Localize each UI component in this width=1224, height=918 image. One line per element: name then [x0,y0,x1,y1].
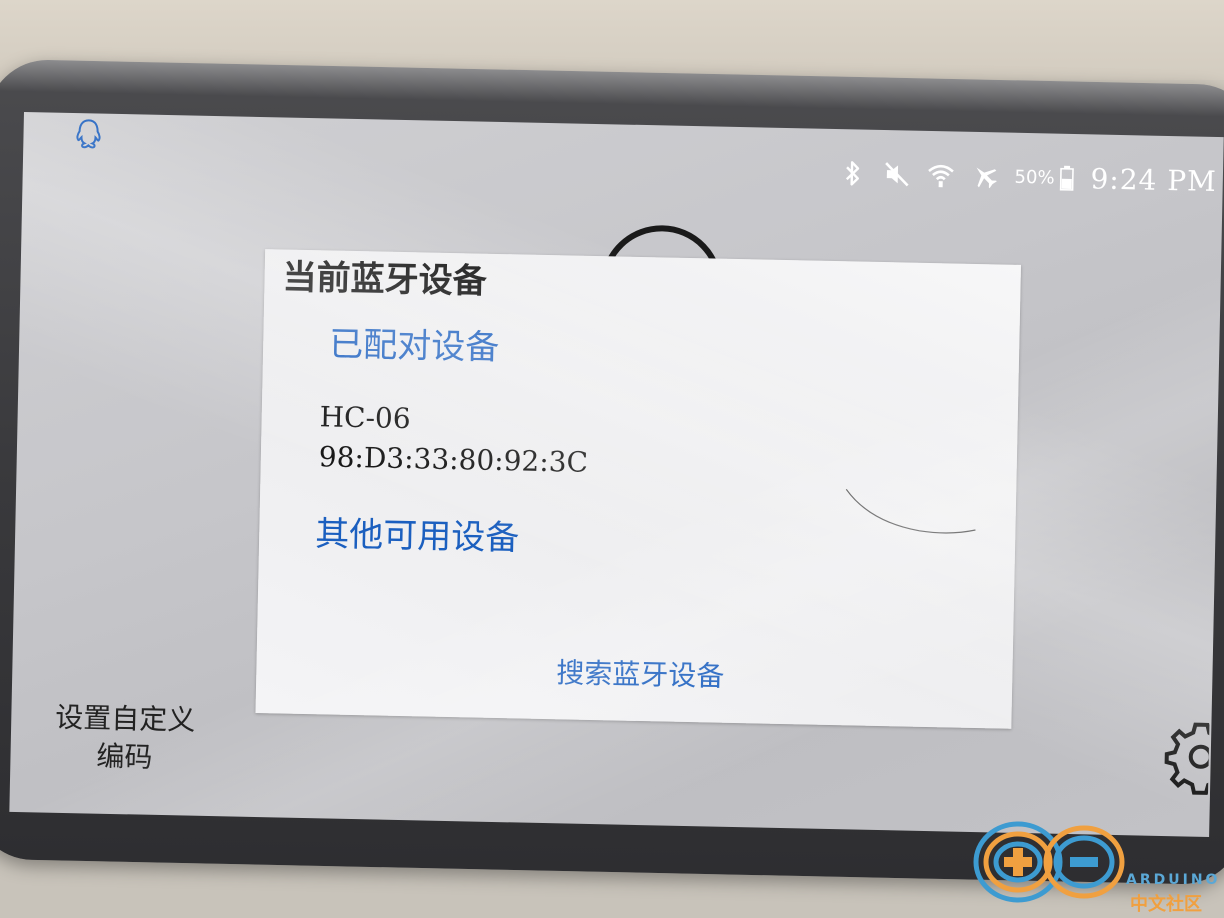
arduino-watermark: ARDUINO 中文社区 [966,810,1217,915]
bluetooth-device-dialog: 当前蓝牙设备 已配对设备 HC-06 98:D3:33:80:92:3C 其他可… [255,249,1022,729]
watermark-community: 中文社区 [1130,894,1202,915]
mute-icon [882,160,911,189]
other-devices-header: 其他可用设备 [314,514,520,559]
wifi-icon [926,161,955,190]
qq-icon [73,117,104,156]
bluetooth-icon [838,159,867,188]
clock: 9:24 PM [1090,161,1218,198]
status-bar: 50% 9:24 PM [838,153,1217,201]
airplane-icon [970,162,999,191]
set-custom-code-button[interactable]: 设置自定义 编码 [34,698,216,778]
dialog-title: 当前蓝牙设备 [282,257,487,302]
arduino-infinity-logo [973,821,1125,903]
custom-code-label-line1: 设置自定义 [54,700,196,737]
hair-arc-decoration [845,488,976,534]
device-name[interactable]: HC-06 [319,400,411,435]
device-address[interactable]: 98:D3:33:80:92:3C [318,440,588,479]
battery-percent: 50% [1014,166,1055,189]
watermark-brand: ARDUINO [1126,872,1221,888]
search-bluetooth-button[interactable]: 搜索蓝牙设备 [556,651,725,695]
paired-devices-header: 已配对设备 [328,324,500,368]
phone-screen: 50% 9:24 PM 当前蓝牙设备 已配对设备 HC-06 98:D3:33:… [9,112,1224,837]
battery-icon [1058,164,1075,192]
gear-icon[interactable] [1148,716,1224,801]
custom-code-label-line2: 编码 [96,739,153,774]
